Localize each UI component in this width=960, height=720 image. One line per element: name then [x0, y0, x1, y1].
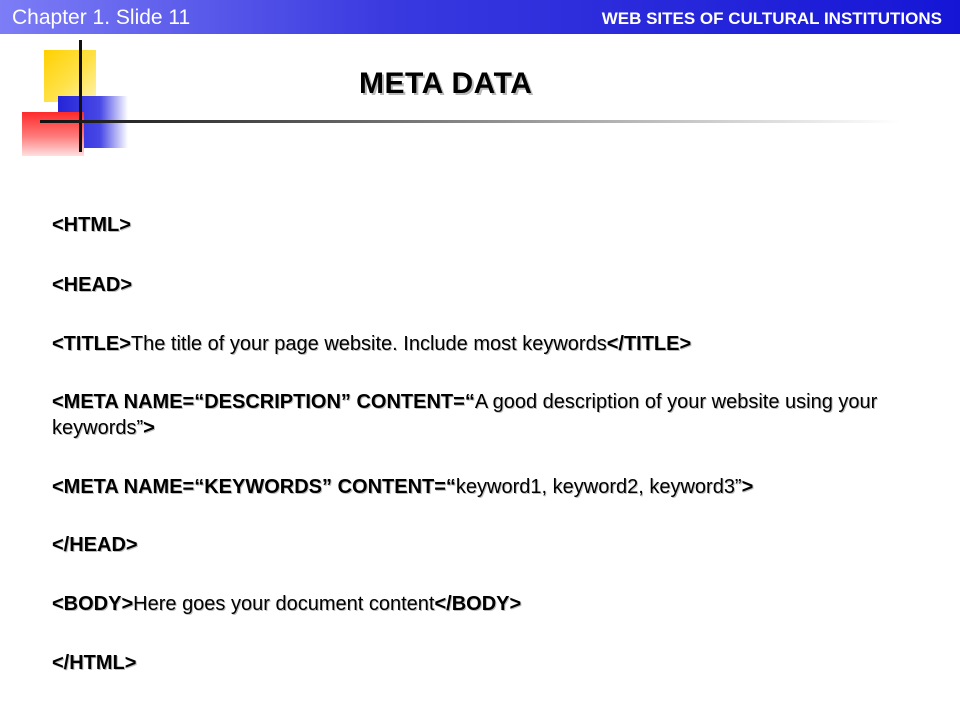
code-tag: </HTML> [52, 652, 137, 674]
code-tag: <HTML> [52, 214, 131, 236]
code-tag: <TITLE> [52, 333, 131, 355]
code-tag: <META NAME=“DESCRIPTION” CONTENT=“ [52, 391, 475, 413]
code-tag: <META NAME=“KEYWORDS” CONTENT=“ [52, 476, 456, 498]
code-line-head-close: </HEAD> [52, 532, 932, 558]
code-line-body: <BODY>Here goes your document content</B… [52, 591, 932, 617]
title-underline-rule [40, 120, 900, 123]
code-line-head-open: <HEAD> [52, 272, 932, 298]
code-tag: <BODY> [52, 593, 134, 615]
code-text: keyword1, keyword2, keyword3” [455, 476, 742, 498]
code-tag: </HEAD> [52, 534, 138, 556]
code-text: The title of your page website. Include … [130, 333, 607, 355]
slide-title: META DATA [359, 67, 533, 100]
section-label: WEB SITES OF CULTURAL INSTITUTIONS [601, 9, 942, 28]
code-line-html-open: <HTML> [52, 212, 932, 238]
code-tag: </TITLE> [606, 333, 692, 355]
code-line-meta-description: <META NAME=“DESCRIPTION” CONTENT=“A good… [52, 389, 932, 441]
code-tag: > [741, 476, 754, 498]
code-line-meta-keywords: <META NAME=“KEYWORDS” CONTENT=“keyword1,… [52, 474, 932, 500]
red-square [22, 112, 84, 156]
vertical-rule [79, 40, 82, 152]
chapter-label: Chapter 1. Slide 11 [12, 6, 191, 29]
code-text: Here goes your document content [133, 593, 435, 615]
code-tag: <HEAD> [52, 274, 133, 296]
code-line-title: <TITLE>The title of your page website. I… [52, 331, 932, 357]
code-tag: </BODY> [434, 593, 522, 615]
code-tag: > [143, 417, 155, 439]
yellow-square [44, 50, 96, 102]
code-line-html-close: </HTML> [52, 650, 932, 676]
blue-square [58, 96, 128, 148]
header-bar: Chapter 1. Slide 11 WEB SITES OF CULTURA… [0, 0, 960, 34]
